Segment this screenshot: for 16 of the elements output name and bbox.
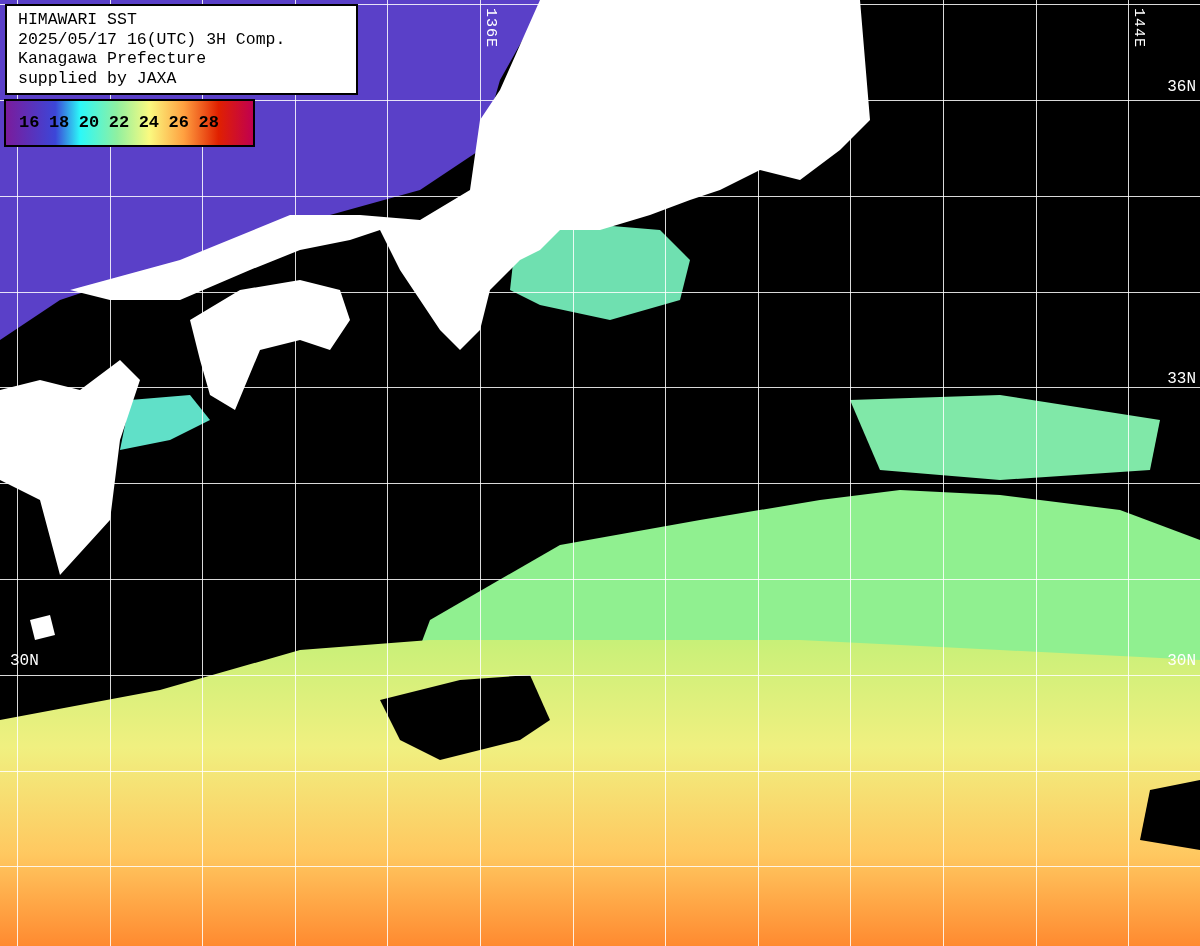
scale-value: 28	[198, 113, 219, 133]
latitude-label: 33N	[1167, 370, 1196, 388]
scale-value: 22	[108, 113, 130, 133]
map-caption-line: 2025/05/17 16(UTC) 3H Comp.	[18, 29, 287, 49]
map-title: HIMAWARI SST	[18, 10, 138, 30]
scale-value: 16	[19, 113, 40, 133]
scale-value: 18	[48, 113, 70, 133]
scale-value: 24	[138, 113, 160, 133]
longitude-label: 144E	[1130, 8, 1146, 48]
longitude-label: 136E	[482, 8, 498, 48]
map-caption-line: supplied by JAXA	[18, 68, 178, 88]
latitude-label: 30N	[1167, 652, 1196, 670]
scale-value: 26	[168, 113, 189, 133]
scale-value: 20	[78, 113, 100, 133]
latitude-label: 36N	[1167, 78, 1196, 96]
map-caption-line: Kanagawa Prefecture	[18, 49, 208, 69]
